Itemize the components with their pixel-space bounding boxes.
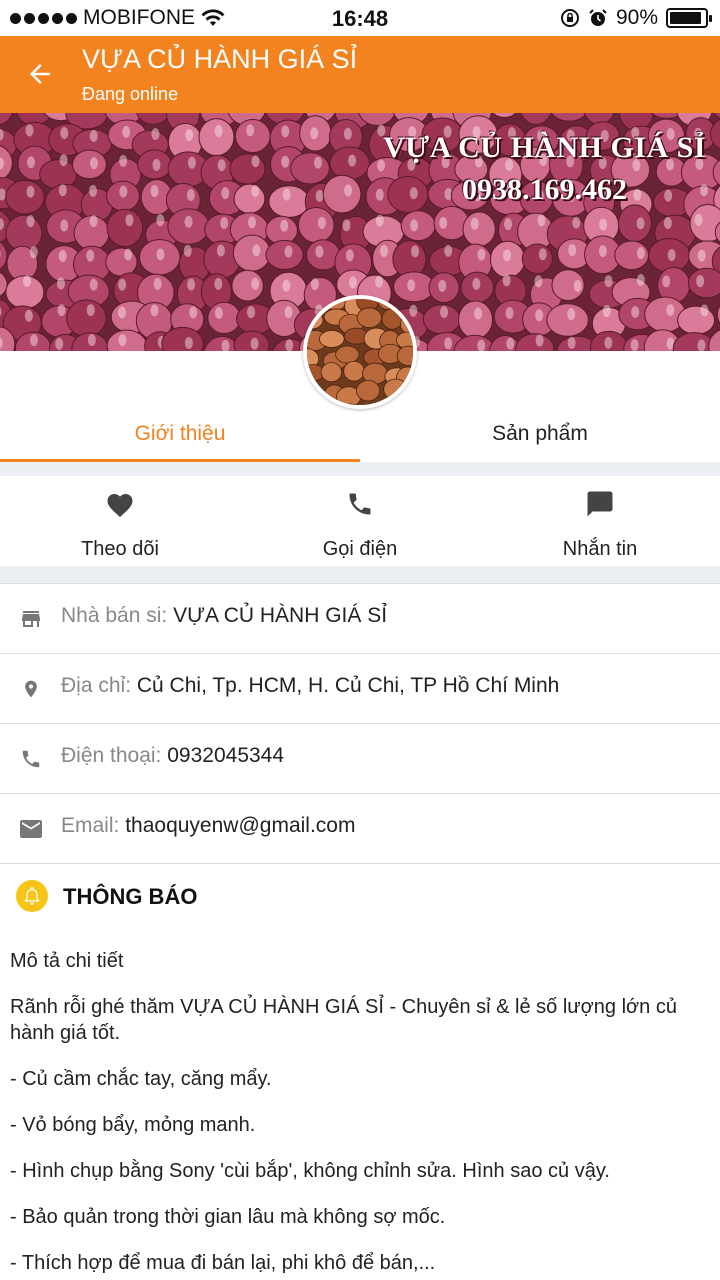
cover-caption: VỰA CỦ HÀNH GIÁ SỈ 0938.169.462 — [383, 131, 706, 207]
tab-intro[interactable]: Giới thiệu — [0, 408, 360, 462]
seller-label: Nhà bán si: — [61, 604, 168, 627]
phone-value: 0932045344 — [167, 744, 285, 767]
email-label: Email: — [61, 814, 120, 837]
tab-products[interactable]: Sản phẩm — [360, 408, 720, 462]
description: Mô tả chi tiết Rãnh rỗi ghé thăm VỰA CỦ … — [10, 948, 710, 1280]
description-heading: Mô tả chi tiết — [10, 950, 124, 972]
status-right: 90% — [560, 6, 712, 30]
notice-title: THÔNG BÁO — [63, 884, 198, 909]
description-paragraph: Rãnh rỗi ghé thăm VỰA CỦ HÀNH GIÁ SỈ - C… — [10, 996, 677, 1044]
message-button[interactable]: Nhắn tin — [480, 476, 720, 566]
notice-header: THÔNG BÁO — [0, 870, 720, 922]
action-bar: Theo dõi Gọi điện Nhắn tin — [0, 476, 720, 566]
battery-icon — [666, 8, 712, 28]
description-paragraph: - Thích hợp để mua đi bán lại, phi khô đ… — [10, 1252, 436, 1274]
bell-icon — [16, 880, 48, 912]
heart-icon — [107, 494, 133, 517]
divider — [0, 462, 720, 476]
seller-row: Nhà bán si: VỰA CỦ HÀNH GIÁ SỈ — [0, 584, 720, 654]
address-label: Địa chỉ: — [61, 674, 132, 697]
follow-label: Theo dõi — [81, 538, 159, 560]
tab-bar: Giới thiệu Sản phẩm — [0, 408, 720, 462]
follow-button[interactable]: Theo dõi — [0, 476, 240, 566]
seller-info: Nhà bán si: VỰA CỦ HÀNH GIÁ SỈ Địa chỉ: … — [0, 583, 720, 864]
email-row[interactable]: Email: thaoquyenw@gmail.com — [0, 794, 720, 864]
phone-label: Điện thoại: — [61, 744, 162, 767]
avatar[interactable] — [303, 295, 417, 409]
cover-phone: 0938.169.462 — [462, 173, 628, 206]
store-icon — [22, 611, 40, 627]
page-title: VỰA CỦ HÀNH GIÁ SỈ — [82, 44, 358, 74]
back-button[interactable] — [20, 54, 60, 94]
address-row: Địa chỉ: Củ Chi, Tp. HCM, H. Củ Chi, TP … — [0, 654, 720, 724]
call-label: Gọi điện — [322, 538, 398, 560]
description-paragraph: - Hình chụp bằng Sony 'cùi bắp', không c… — [10, 1160, 610, 1182]
orientation-lock-icon — [560, 9, 579, 27]
message-label: Nhắn tin — [562, 538, 638, 560]
location-icon — [25, 680, 37, 698]
cover-title: VỰA CỦ HÀNH GIÁ SỈ — [383, 131, 706, 164]
email-value: thaoquyenw@gmail.com — [125, 814, 356, 837]
divider — [0, 566, 720, 583]
message-icon — [587, 491, 613, 517]
alarm-icon — [589, 9, 607, 26]
description-paragraph: - Bảo quản trong thời gian lâu mà không … — [10, 1206, 446, 1228]
arrow-left-icon — [30, 64, 50, 84]
battery-percent: 90% — [615, 6, 658, 29]
shallots-image — [307, 299, 413, 405]
description-paragraph: - Củ cầm chắc tay, căng mẩy. — [10, 1068, 272, 1090]
address-value: Củ Chi, Tp. HCM, H. Củ Chi, TP Hồ Chí Mi… — [136, 674, 560, 697]
phone-row[interactable]: Điện thoại: 0932045344 — [0, 724, 720, 794]
phone-icon — [22, 750, 40, 768]
phone-icon — [349, 493, 371, 515]
description-paragraph: - Vỏ bóng bẩy, mỏng manh. — [10, 1114, 256, 1136]
call-button[interactable]: Gọi điện — [240, 476, 480, 566]
app-bar: VỰA CỦ HÀNH GIÁ SỈ Đang online — [0, 36, 720, 113]
online-status: Đang online — [82, 84, 179, 104]
status-bar: MOBIFONE 16:48 90% — [0, 0, 720, 36]
seller-value: VỰA CỦ HÀNH GIÁ SỈ — [173, 604, 388, 627]
mail-icon — [20, 820, 42, 838]
